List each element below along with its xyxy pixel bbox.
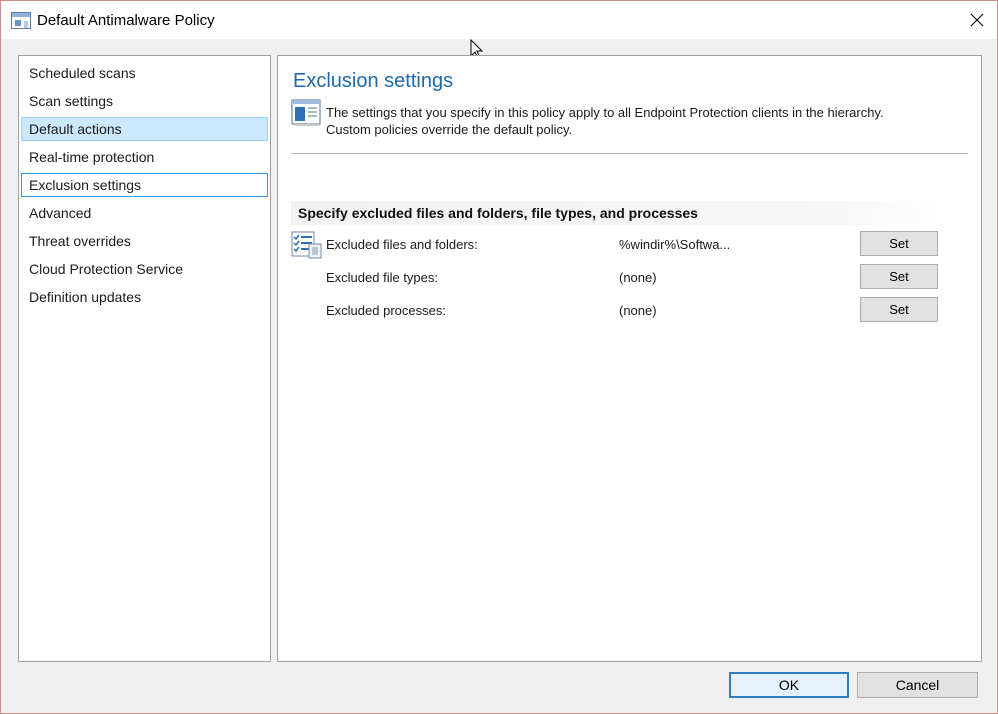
sidebar-item-cloud-protection-service[interactable]: Cloud Protection Service xyxy=(21,257,268,281)
title-bar[interactable]: Default Antimalware Policy xyxy=(1,1,997,39)
excluded-file-types-label: Excluded file types: xyxy=(326,270,439,285)
policy-info-icon xyxy=(291,99,321,126)
window-title: Default Antimalware Policy xyxy=(37,12,215,29)
excluded-processes-value: (none) xyxy=(619,303,657,318)
set-excluded-file-types-button[interactable]: Set xyxy=(860,264,938,289)
sidebar-item-scan-settings[interactable]: Scan settings xyxy=(21,89,268,113)
sidebar-item-exclusion-settings[interactable]: Exclusion settings xyxy=(21,173,268,197)
excluded-processes-label: Excluded processes: xyxy=(326,303,446,318)
ok-button[interactable]: OK xyxy=(729,672,849,698)
policy-window-icon xyxy=(11,12,31,29)
cancel-button[interactable]: Cancel xyxy=(857,672,978,698)
sidebar-item-default-actions[interactable]: Default actions xyxy=(21,117,268,141)
excluded-files-value: %windir%\Softwa... xyxy=(619,237,731,252)
sidebar-item-real-time-protection[interactable]: Real-time protection xyxy=(21,145,268,169)
sidebar-nav: Scheduled scans Scan settings Default ac… xyxy=(18,55,271,662)
policy-info-text: The settings that you specify in this po… xyxy=(326,104,976,138)
dialog-window: Default Antimalware Policy Scheduled sca… xyxy=(0,0,998,714)
settings-panel: Exclusion settings The settings that you… xyxy=(277,55,982,662)
close-button[interactable] xyxy=(957,5,997,35)
sidebar-item-definition-updates[interactable]: Definition updates xyxy=(21,285,268,309)
page-title: Exclusion settings xyxy=(293,70,454,92)
policy-info-line-2: Custom policies override the default pol… xyxy=(326,122,573,137)
sidebar-item-threat-overrides[interactable]: Threat overrides xyxy=(21,229,268,253)
divider xyxy=(291,153,968,154)
section-header: Specify excluded files and folders, file… xyxy=(291,201,942,225)
policy-info-line-1: The settings that you specify in this po… xyxy=(326,105,884,120)
excluded-file-types-value: (none) xyxy=(619,270,657,285)
set-excluded-files-button[interactable]: Set xyxy=(860,231,938,256)
set-excluded-processes-button[interactable]: Set xyxy=(860,297,938,322)
close-icon xyxy=(970,13,984,27)
sidebar-item-scheduled-scans[interactable]: Scheduled scans xyxy=(21,61,268,85)
excluded-files-label: Excluded files and folders: xyxy=(326,237,478,252)
sidebar-item-advanced[interactable]: Advanced xyxy=(21,201,268,225)
checklist-icon xyxy=(291,231,322,259)
